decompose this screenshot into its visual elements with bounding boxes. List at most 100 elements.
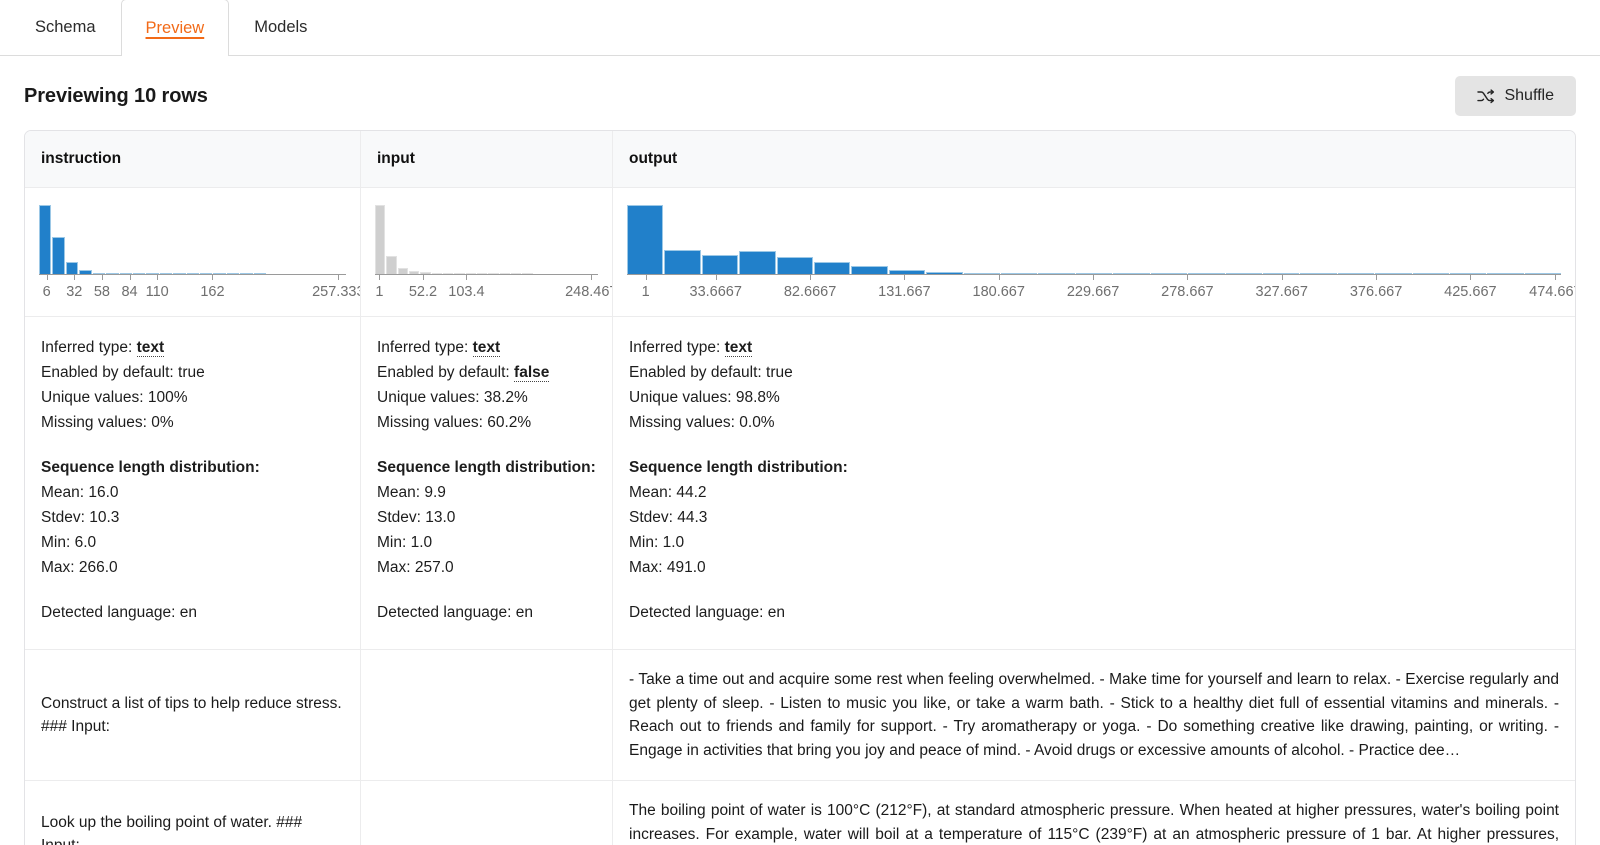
histogram-tick-labels: 1 52.2 103.4 248.467 [375,284,612,306]
axis-tick-label: 110 [145,284,169,300]
table-header-row: instruction input output [25,131,1575,187]
preview-page: Previewing 10 rows Shuffle instruction i… [0,56,1600,845]
enabled-by-default: Enabled by default: true [629,364,793,381]
axis-tick [466,275,468,280]
histogram-bar [386,256,397,274]
inferred-type: Inferred type: text [41,339,165,357]
histogram-bar [851,266,888,274]
tab-preview-label: Preview [145,18,205,37]
table-cell-output: The boiling point of water is 100°C (212… [613,781,1575,845]
axis-tick [591,275,593,280]
histogram-axis [39,274,346,283]
axis-tick [422,275,424,280]
tab-schema[interactable]: Schema [10,0,121,55]
axis-tick-label: 82.6667 [783,284,837,300]
preview-header: Previewing 10 rows Shuffle [24,56,1576,130]
histogram-bar [814,261,851,274]
distribution-title: Sequence length distribution: [629,459,848,476]
axis-tick-label: 229.667 [1066,284,1120,300]
histogram-bars [375,202,598,274]
shuffle-button[interactable]: Shuffle [1455,76,1576,116]
column-header-input[interactable]: input [361,131,613,187]
shuffle-icon [1477,88,1495,104]
detected-language: Detected language: en [377,604,533,621]
axis-tick-label: 162 [200,284,225,300]
histogram-axis [627,274,1561,283]
axis-tick [338,275,340,280]
stats-row: Inferred type: text Enabled by default: … [25,316,1575,649]
table-cell-input [361,781,613,845]
table-cell-instruction: Look up the boiling point of water. ### … [25,781,361,845]
axis-tick [1093,275,1095,280]
column-header-output[interactable]: output [613,131,1575,187]
detected-language: Detected language: en [629,604,785,621]
axis-tick-label: 474.667 [1529,284,1575,300]
stat-max: Max: 266.0 [41,559,118,576]
axis-tick-label: 425.667 [1444,284,1497,300]
column-header-instruction[interactable]: instruction [25,131,361,187]
table-cell-output: - Take a time out and acquire some rest … [613,650,1575,780]
stat-mean: Mean: 44.2 [629,484,707,501]
axis-tick-label: 180.667 [972,284,1025,300]
histogram-bar [701,255,739,274]
stat-mean: Mean: 16.0 [41,484,119,501]
axis-tick [715,275,717,280]
inferred-type-value[interactable]: text [472,339,501,357]
enabled-by-default-value[interactable]: false [514,364,550,382]
enabled-by-default-value: true [766,364,793,381]
histogram-row: 6 32 58 84 110 162 257.333 1 52.2 103.4 248.467 1… [25,187,1575,316]
tab-models[interactable]: Models [229,0,332,55]
tab-preview[interactable]: Preview [120,0,230,56]
histogram-bar [664,249,701,274]
axis-tick-label: 84 [121,284,138,300]
cell-value: The boiling point of water is 100°C (212… [629,802,1559,843]
histogram-output: 1 33.6667 82.6667 131.667 180.667 229.667 278.… [627,202,1575,306]
histogram-bar [65,261,79,274]
missing-values: Missing values: 0% [41,414,174,431]
axis-tick-label: 257.333 [312,284,361,300]
axis-tick-label: 58 [93,284,110,300]
histogram-input: 1 52.2 103.4 248.467 [375,202,612,306]
histogram-cell-instruction: 6 32 58 84 110 162 257.333 [25,188,361,316]
table-row[interactable]: Construct a list of tips to help reduce … [25,649,1575,780]
preview-table: instruction input output 6 32 58 84 110 162 25… [24,130,1576,845]
stat-min: Min: 1.0 [377,534,433,551]
axis-tick-label: 6 [42,284,51,300]
tab-schema-label: Schema [35,18,96,36]
axis-tick [1281,275,1283,280]
axis-tick-label: 32 [66,284,83,300]
histogram-bar [375,205,386,274]
enabled-by-default: Enabled by default: false [377,364,550,382]
histogram-tick-labels: 1 33.6667 82.6667 131.667 180.667 229.667 278.… [627,284,1575,306]
histogram-axis [375,274,598,283]
unique-values: Unique values: 100% [41,389,188,406]
axis-tick [212,275,214,280]
stat-max: Max: 257.0 [377,559,454,576]
inferred-type-value[interactable]: text [136,339,165,357]
inferred-type-value[interactable]: text [724,339,753,357]
axis-tick [46,275,48,280]
stat-min: Min: 6.0 [41,534,97,551]
axis-tick [1376,275,1378,280]
unique-values: Unique values: 38.2% [377,389,528,406]
axis-tick-label: 278.667 [1161,284,1214,300]
histogram-bar [776,257,814,274]
shuffle-button-label: Shuffle [1504,87,1554,104]
table-cell-input [361,650,613,780]
axis-tick [101,275,103,280]
enabled-by-default: Enabled by default: true [41,364,205,381]
missing-values: Missing values: 0.0% [629,414,775,431]
table-cell-instruction: Construct a list of tips to help reduce … [25,650,361,780]
page-title: Previewing 10 rows [24,84,208,107]
stats-cell-instruction: Inferred type: text Enabled by default: … [25,317,361,649]
unique-values: Unique values: 98.8% [629,389,780,406]
table-row[interactable]: Look up the boiling point of water. ### … [25,780,1575,845]
axis-tick-label: 52.2 [408,284,438,300]
detected-language: Detected language: en [41,604,197,621]
histogram-cell-output: 1 33.6667 82.6667 131.667 180.667 229.667 278.… [613,188,1575,316]
histogram-cell-input: 1 52.2 103.4 248.467 [361,188,613,316]
tab-models-label: Models [254,18,308,36]
